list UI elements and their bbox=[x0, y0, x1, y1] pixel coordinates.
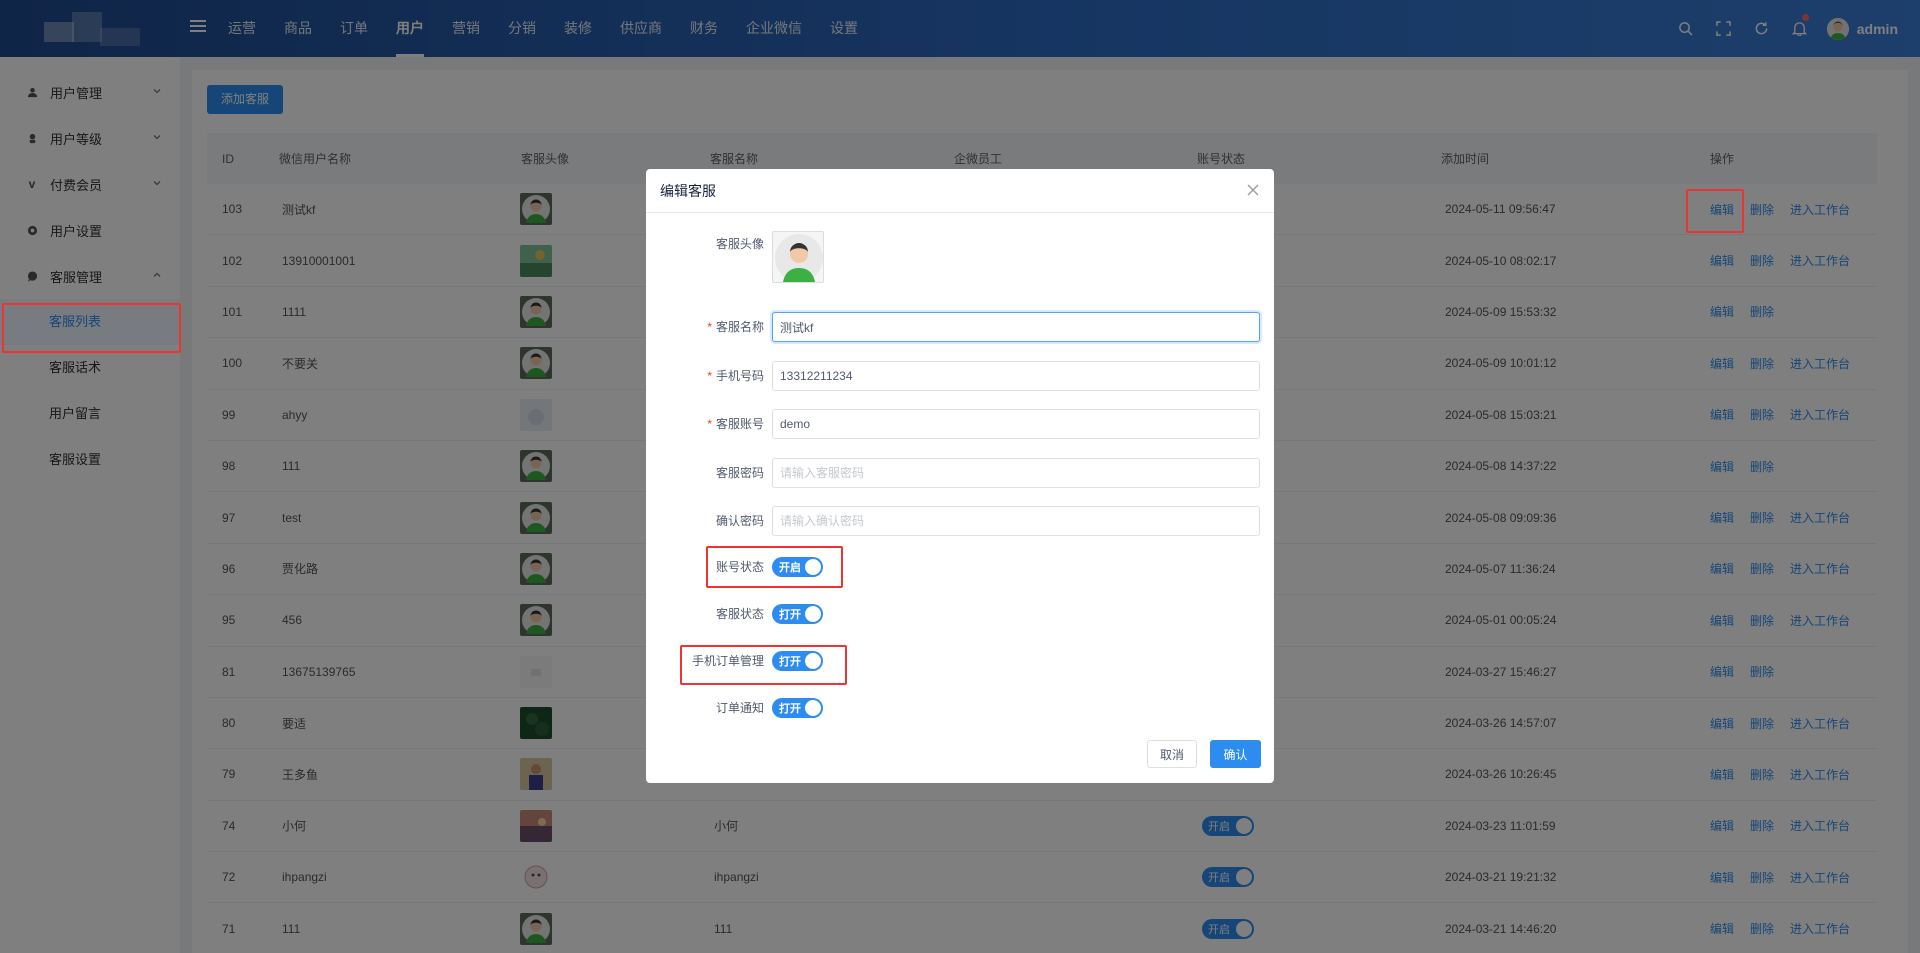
confirm-password-label: 确认密码 bbox=[715, 514, 764, 528]
phone-label: * 手机号码 bbox=[707, 369, 764, 383]
account-status-label: 账号状态 bbox=[715, 560, 764, 574]
form-row-confirm-password: 确认密码 bbox=[646, 506, 1274, 536]
cancel-button[interactable]: 取消 bbox=[1147, 740, 1197, 768]
confirm-button[interactable]: 确认 bbox=[1210, 740, 1261, 768]
account-status-switch[interactable]: 开启 bbox=[772, 557, 823, 577]
phone-input[interactable] bbox=[772, 361, 1260, 391]
account-label: * 客服账号 bbox=[707, 417, 764, 431]
password-label: 客服密码 bbox=[715, 466, 764, 480]
label-text: 客服账号 bbox=[715, 417, 764, 431]
order-notify-label: 订单通知 bbox=[715, 701, 764, 715]
mobile-order-label: 手机订单管理 bbox=[691, 654, 764, 668]
avatar-label: 客服头像 bbox=[715, 237, 764, 251]
password-input[interactable] bbox=[772, 458, 1260, 488]
account-input[interactable] bbox=[772, 409, 1260, 439]
mobile-order-switch[interactable]: 打开 bbox=[772, 651, 823, 671]
form-row-account: * 客服账号 bbox=[646, 409, 1274, 439]
form-row-service-status: 客服状态 打开 bbox=[646, 599, 1274, 629]
form-row-mobile-order: 手机订单管理 打开 bbox=[646, 646, 1274, 676]
form-row-avatar: 客服头像 bbox=[646, 229, 1274, 259]
dialog-header: 编辑客服 bbox=[646, 169, 1274, 213]
confirm-password-input[interactable] bbox=[772, 506, 1260, 536]
service-status-switch[interactable]: 打开 bbox=[772, 604, 823, 624]
label-text: 手机号码 bbox=[715, 369, 764, 383]
close-icon[interactable] bbox=[1246, 183, 1260, 197]
form-row-password: 客服密码 bbox=[646, 458, 1274, 488]
service-avatar-upload[interactable] bbox=[772, 231, 824, 283]
switch-text: 打开 bbox=[779, 609, 801, 621]
service-name-input[interactable] bbox=[772, 312, 1260, 342]
form-row-account-status: 账号状态 开启 bbox=[646, 552, 1274, 582]
form-row-order-notify: 订单通知 打开 bbox=[646, 693, 1274, 723]
dialog-title: 编辑客服 bbox=[660, 182, 716, 199]
name-label: * 客服名称 bbox=[707, 320, 764, 334]
switch-text: 打开 bbox=[779, 703, 801, 715]
service-status-label: 客服状态 bbox=[715, 607, 764, 621]
edit-service-dialog: 编辑客服 客服头像 *客服名称 *手机号码 *客服账号 客服密码 确认密码 账号… bbox=[646, 169, 1274, 783]
form-row-name: * 客服名称 bbox=[646, 312, 1274, 342]
label-text: 客服名称 bbox=[715, 320, 764, 334]
order-notify-switch[interactable]: 打开 bbox=[772, 698, 823, 718]
form-row-phone: * 手机号码 bbox=[646, 361, 1274, 391]
switch-text: 开启 bbox=[779, 562, 801, 574]
switch-text: 打开 bbox=[779, 656, 801, 668]
